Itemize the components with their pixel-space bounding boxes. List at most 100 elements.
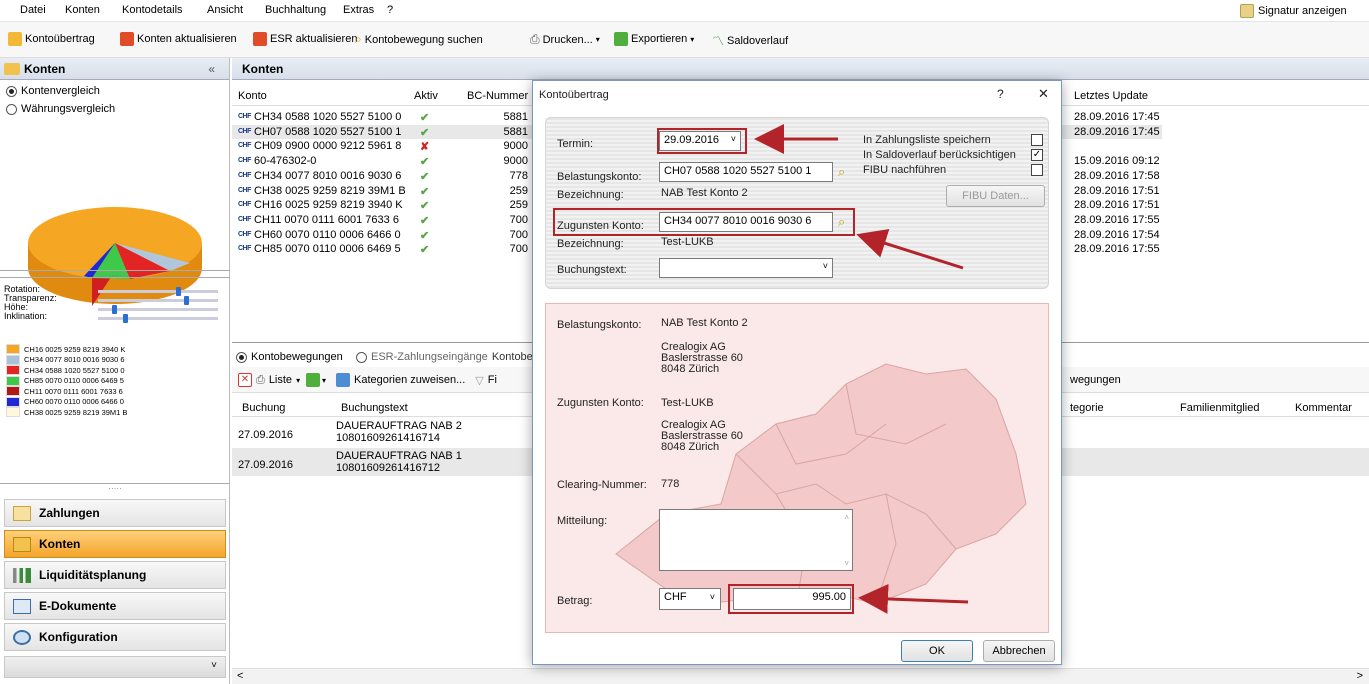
col-update[interactable]: Letztes Update — [1074, 90, 1148, 102]
buchungstext-label: Buchungstext: — [557, 264, 627, 276]
export-dropdown[interactable]: ▾ — [306, 373, 326, 387]
splitter[interactable]: ····· — [0, 270, 230, 280]
drucken-button[interactable]: ⎙ Drucken... ▾ — [530, 32, 600, 47]
radio-off-icon — [6, 103, 17, 115]
signature-button[interactable]: Signatur anzeigen — [1240, 4, 1347, 18]
nav-konfiguration[interactable]: Konfiguration — [4, 623, 226, 651]
bezeichnung-belastung-value: NAB Test Konto 2 — [661, 187, 748, 199]
printer-icon: ⎙ — [530, 32, 540, 46]
category-icon — [336, 373, 350, 387]
slider-thumb[interactable] — [184, 296, 190, 305]
konten-aktualisieren-button[interactable]: Konten aktualisieren — [120, 32, 237, 46]
col-buchungstext[interactable]: Buchungstext — [341, 402, 408, 414]
col-familienmitglied[interactable]: Familienmitglied — [1180, 402, 1259, 414]
opt-zahlungsliste-label: In Zahlungsliste speichern — [863, 134, 991, 146]
checkbox-fibu[interactable] — [1031, 164, 1043, 176]
menu-konten[interactable]: Konten — [65, 4, 100, 16]
chevron-down-icon: ˅ — [709, 592, 715, 602]
scroll-up-icon[interactable]: ˄ — [844, 513, 849, 522]
check-icon: ✔ — [420, 185, 430, 198]
kontouebertrag-button[interactable]: Kontoübertrag — [8, 32, 95, 46]
menu-datei[interactable]: Datei — [20, 4, 46, 16]
menu-ansicht[interactable]: Ansicht — [207, 4, 243, 16]
menu-extras[interactable]: Extras — [343, 4, 374, 16]
slider-thumb[interactable] — [123, 314, 129, 323]
checkbox-saldoverlauf[interactable]: ✓ — [1031, 149, 1043, 161]
kontobewegung-suchen-button[interactable]: ⌕ Kontobewegung suchen — [355, 32, 483, 47]
collapse-icon[interactable]: « — [208, 62, 215, 76]
currency-badge: CHF — [238, 113, 251, 120]
col-konto[interactable]: Konto — [238, 90, 267, 102]
radio-kontenvergleich[interactable]: Kontenvergleich — [6, 84, 100, 98]
bar-chart-icon — [13, 568, 31, 583]
slider-thumb[interactable] — [111, 305, 117, 314]
col-kommentar[interactable]: Kommentar — [1295, 402, 1352, 414]
splitter-nav[interactable]: ····· — [0, 483, 230, 493]
folder-icon — [4, 62, 20, 75]
belastung-label: Belastungskonto: — [557, 171, 642, 183]
update-cell: 28.09.2016 17:51 — [1074, 199, 1160, 212]
esr-aktualisieren-button[interactable]: ESR aktualisieren — [253, 32, 357, 46]
saldoverlauf-button[interactable]: 〽 Saldoverlauf — [712, 32, 788, 49]
currency-select[interactable]: CHF ˅ — [659, 588, 721, 610]
main-header: Konten — [232, 58, 1369, 80]
kategorien-button[interactable]: Kategorien zuweisen... ▽ Fi — [336, 373, 497, 387]
radio-waehrungsvergleich[interactable]: Währungsvergleich — [6, 102, 115, 116]
nav-liquiditaetsplanung[interactable]: Liquiditätsplanung — [4, 561, 226, 589]
scroll-left-icon[interactable]: < — [237, 670, 243, 682]
horizontal-scrollbar[interactable]: < > — [232, 668, 1369, 684]
nav-konten[interactable]: Konten — [4, 530, 226, 558]
cancel-button[interactable]: Abbrechen — [983, 640, 1055, 662]
refresh-esr-icon — [253, 32, 267, 46]
nav-e-dokumente[interactable]: E-Dokumente — [4, 592, 226, 620]
summary-belastung-name: NAB Test Konto 2 — [661, 317, 748, 329]
slider-rotation[interactable]: Rotation: — [4, 284, 218, 296]
col-aktiv[interactable]: Aktiv — [414, 90, 438, 102]
ok-button[interactable]: OK — [901, 640, 973, 662]
search-icon[interactable]: ⌕ — [838, 164, 845, 180]
scroll-down-icon[interactable]: ˅ — [844, 559, 849, 568]
liste-button[interactable]: ✕ ⎙ Liste ▾ — [238, 373, 300, 387]
cross-icon: ✘ — [420, 141, 430, 154]
slider-transparenz[interactable]: Transparenz: — [4, 293, 218, 305]
legend-swatch — [6, 396, 20, 407]
addr1-city: 8048 Zürich — [661, 363, 720, 375]
fibu-daten-button[interactable]: FIBU Daten... — [946, 185, 1045, 207]
mitteilung-textarea[interactable]: ˄ ˅ — [659, 509, 853, 571]
slider-hoehe[interactable]: Höhe: — [4, 302, 218, 314]
summary-zugunsten-name: Test-LUKB — [661, 397, 714, 409]
belastung-field[interactable]: CH07 0588 1020 5527 5100 1 — [659, 162, 833, 182]
slider-inklination[interactable]: Inklination: — [4, 311, 218, 323]
col-kategorie[interactable]: tegorie — [1070, 402, 1104, 414]
menu-kontodetails[interactable]: Kontodetails — [122, 4, 183, 16]
col-bc[interactable]: BC-Nummer — [467, 90, 528, 102]
radio-off-icon — [356, 351, 367, 363]
help-button[interactable]: ? — [997, 87, 1004, 101]
printer-icon: ⎙ — [256, 373, 265, 386]
close-button[interactable]: ✕ — [1038, 86, 1049, 102]
chevron-down-icon: ˅ — [822, 261, 828, 271]
slider-thumb[interactable] — [176, 287, 182, 296]
chevron-down-icon: ˅ — [211, 660, 217, 671]
nav-zahlungen[interactable]: Zahlungen — [4, 499, 226, 527]
nav-overflow[interactable]: ˅ — [4, 656, 226, 678]
checkbox-zahlungsliste[interactable] — [1031, 134, 1043, 146]
col-buchung[interactable]: Buchung — [242, 402, 285, 414]
search-icon: ⌕ — [355, 32, 362, 46]
buchungstext-field[interactable]: ˅ — [659, 258, 833, 278]
konto-cell: CH38 0025 9259 8219 39M1 B — [254, 184, 406, 197]
clearing-label: Clearing-Nummer: — [557, 479, 647, 491]
exportieren-button[interactable]: Exportieren ▾ — [614, 32, 694, 46]
scroll-right-icon[interactable]: > — [1357, 670, 1363, 682]
summary-belastung-label: Belastungskonto: — [557, 319, 642, 331]
dropdown-arrow-icon: ▾ — [690, 34, 695, 44]
tab-kontobewegungen[interactable]: Kontobewegungen — [236, 351, 343, 363]
menu-buchhaltung[interactable]: Buchhaltung — [265, 4, 326, 16]
update-cell: 28.09.2016 17:45 — [1074, 125, 1160, 138]
dropdown-arrow-icon: ▾ — [595, 35, 600, 44]
document-icon — [13, 599, 31, 614]
tab-esr[interactable]: ESR-Zahlungseingänge Kontobe — [356, 351, 533, 363]
highlight-zugunsten — [553, 208, 855, 236]
menu-help[interactable]: ? — [387, 4, 393, 16]
update-cell: 28.09.2016 17:58 — [1074, 169, 1160, 182]
